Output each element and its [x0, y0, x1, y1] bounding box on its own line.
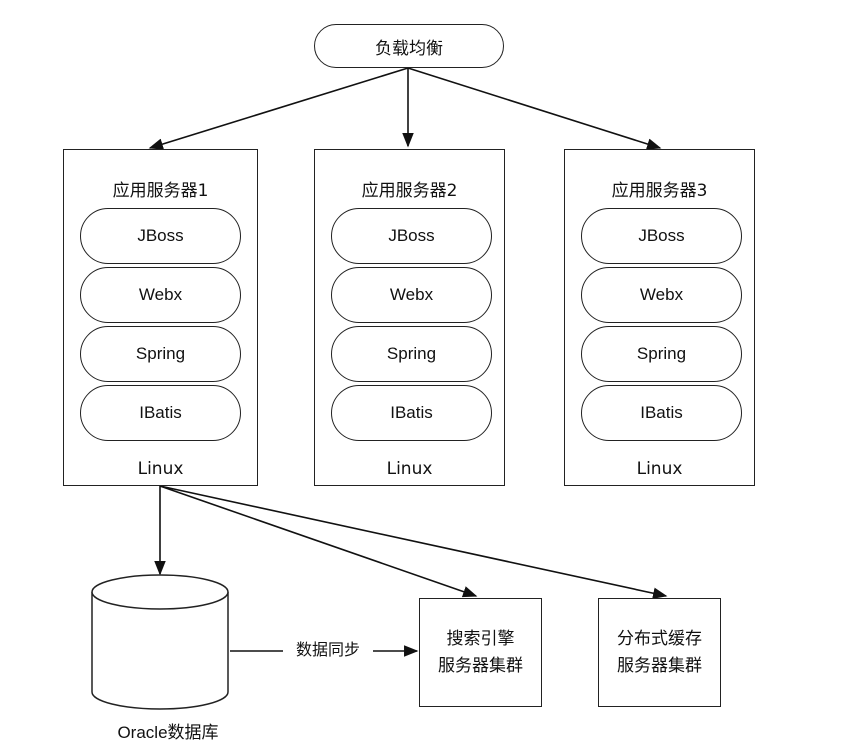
app-server-3-layer-ibatis: IBatis — [581, 385, 742, 441]
load-balancer-node: 负载均衡 — [314, 24, 504, 68]
app-server-2-layer-webx: Webx — [331, 267, 492, 323]
app-server-3-layer-spring: Spring — [581, 326, 742, 382]
app-server-1-os: Linux — [137, 459, 184, 479]
app-server-3: 应用服务器3 JBoss Webx Spring IBatis Linux — [564, 149, 755, 486]
search-cluster-line-2: 服务器集群 — [438, 655, 523, 676]
arrow-server-to-cache — [159, 485, 668, 599]
app-server-1-title: 应用服务器1 — [112, 181, 209, 201]
app-server-3-title: 应用服务器3 — [611, 181, 708, 201]
cache-cluster-line-2: 服务器集群 — [617, 655, 702, 676]
architecture-diagram: 负载均衡 应用服务器1 JBoss Webx Spring IBatis Lin… — [0, 0, 844, 754]
app-server-1-layer-jboss: JBoss — [80, 208, 241, 264]
app-server-1-layer-webx: Webx — [80, 267, 241, 323]
arrow-lb-to-server-3 — [407, 67, 662, 150]
load-balancer-label: 负载均衡 — [375, 38, 443, 59]
app-server-1-layer-spring: Spring — [80, 326, 241, 382]
arrow-lb-to-server-1 — [148, 67, 409, 150]
data-sync-label: 数据同步 — [283, 640, 373, 660]
app-server-2-os: Linux — [386, 459, 433, 479]
app-server-3-layer-jboss: JBoss — [581, 208, 742, 264]
app-server-2: 应用服务器2 JBoss Webx Spring IBatis Linux — [314, 149, 505, 486]
app-server-2-layer-ibatis: IBatis — [331, 385, 492, 441]
app-server-1: 应用服务器1 JBoss Webx Spring IBatis Linux — [63, 149, 258, 486]
cache-cluster-line-1: 分布式缓存 — [617, 628, 702, 649]
database-cylinder — [91, 574, 229, 710]
search-cluster-node: 搜索引擎 服务器集群 — [419, 598, 542, 707]
cache-cluster-node: 分布式缓存 服务器集群 — [598, 598, 721, 707]
search-cluster-line-1: 搜索引擎 — [446, 628, 515, 649]
app-server-3-os: Linux — [636, 459, 683, 479]
database-label: Oracle数据库 — [117, 723, 219, 742]
app-server-2-title: 应用服务器2 — [361, 181, 458, 201]
app-server-2-layer-jboss: JBoss — [331, 208, 492, 264]
app-server-1-layer-ibatis: IBatis — [80, 385, 241, 441]
app-server-3-layer-webx: Webx — [581, 267, 742, 323]
app-server-2-layer-spring: Spring — [331, 326, 492, 382]
